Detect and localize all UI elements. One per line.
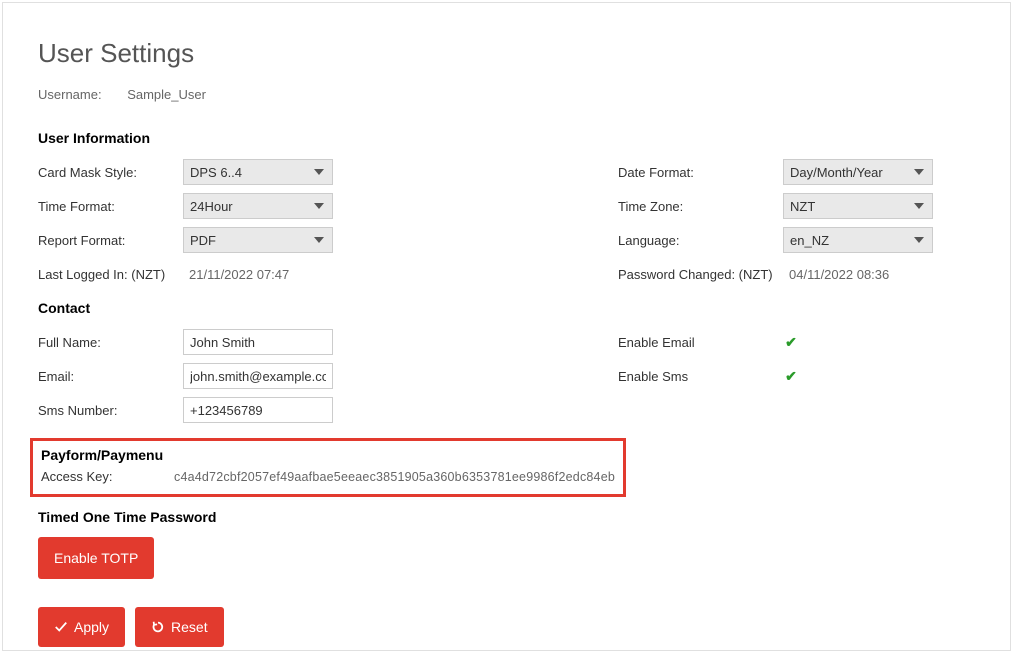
user-info-heading: User Information <box>38 130 975 146</box>
sms-label: Sms Number: <box>38 403 183 418</box>
apply-button[interactable]: Apply <box>38 607 125 647</box>
enable-sms-label: Enable Sms <box>618 369 783 384</box>
date-format-label: Date Format: <box>618 165 783 180</box>
payform-highlight: Payform/Paymenu Access Key: c4a4d72cbf20… <box>30 438 626 497</box>
contact-right: Enable Email ✔ Enable Sms ✔ <box>618 326 975 428</box>
email-input[interactable] <box>183 363 333 389</box>
card-mask-select[interactable]: DPS 6..4 <box>183 159 333 185</box>
check-icon: ✔ <box>785 334 797 351</box>
contact-heading: Contact <box>38 300 975 316</box>
settings-panel: User Settings Username: Sample_User User… <box>2 2 1011 651</box>
username-value: Sample_User <box>127 87 206 102</box>
username-row: Username: Sample_User <box>38 87 975 102</box>
user-info-grid: Card Mask Style: DPS 6..4 Time Format: 2… <box>38 156 975 292</box>
payform-heading: Payform/Paymenu <box>41 447 615 463</box>
action-buttons: Apply Reset <box>38 607 975 647</box>
check-icon <box>54 620 68 634</box>
full-name-label: Full Name: <box>38 335 183 350</box>
reset-label: Reset <box>171 619 208 635</box>
enable-totp-label: Enable TOTP <box>54 550 138 566</box>
user-info-left: Card Mask Style: DPS 6..4 Time Format: 2… <box>38 156 618 292</box>
date-format-select[interactable]: Day/Month/Year <box>783 159 933 185</box>
pw-changed-value: 04/11/2022 08:36 <box>783 267 889 282</box>
report-format-label: Report Format: <box>38 233 183 248</box>
access-key-label: Access Key: <box>41 469 174 484</box>
enable-email-label: Enable Email <box>618 335 783 350</box>
last-logged-label: Last Logged In: (NZT) <box>38 267 183 282</box>
time-format-select[interactable]: 24Hour <box>183 193 333 219</box>
reset-button[interactable]: Reset <box>135 607 224 647</box>
apply-label: Apply <box>74 619 109 635</box>
time-zone-select[interactable]: NZT <box>783 193 933 219</box>
email-label: Email: <box>38 369 183 384</box>
enable-sms-checkbox[interactable]: ✔ <box>783 368 799 384</box>
full-name-input[interactable] <box>183 329 333 355</box>
check-icon: ✔ <box>785 368 797 385</box>
totp-section: Timed One Time Password Enable TOTP <box>38 509 975 579</box>
access-key-value: c4a4d72cbf2057ef49aafbae5eeaec3851905a36… <box>174 470 615 484</box>
user-info-right: Date Format: Day/Month/Year Time Zone: N… <box>618 156 975 292</box>
time-zone-label: Time Zone: <box>618 199 783 214</box>
contact-left: Full Name: Email: Sms Number: <box>38 326 618 428</box>
language-label: Language: <box>618 233 783 248</box>
reset-icon <box>151 620 165 634</box>
report-format-select[interactable]: PDF <box>183 227 333 253</box>
language-select[interactable]: en_NZ <box>783 227 933 253</box>
pw-changed-label: Password Changed: (NZT) <box>618 267 783 282</box>
time-format-label: Time Format: <box>38 199 183 214</box>
contact-grid: Full Name: Email: Sms Number: Enable Ema… <box>38 326 975 428</box>
enable-totp-button[interactable]: Enable TOTP <box>38 537 154 579</box>
last-logged-value: 21/11/2022 07:47 <box>183 267 289 282</box>
sms-input[interactable] <box>183 397 333 423</box>
username-label: Username: <box>38 87 102 102</box>
totp-heading: Timed One Time Password <box>38 509 975 525</box>
enable-email-checkbox[interactable]: ✔ <box>783 334 799 350</box>
page-title: User Settings <box>38 38 975 69</box>
card-mask-label: Card Mask Style: <box>38 165 183 180</box>
